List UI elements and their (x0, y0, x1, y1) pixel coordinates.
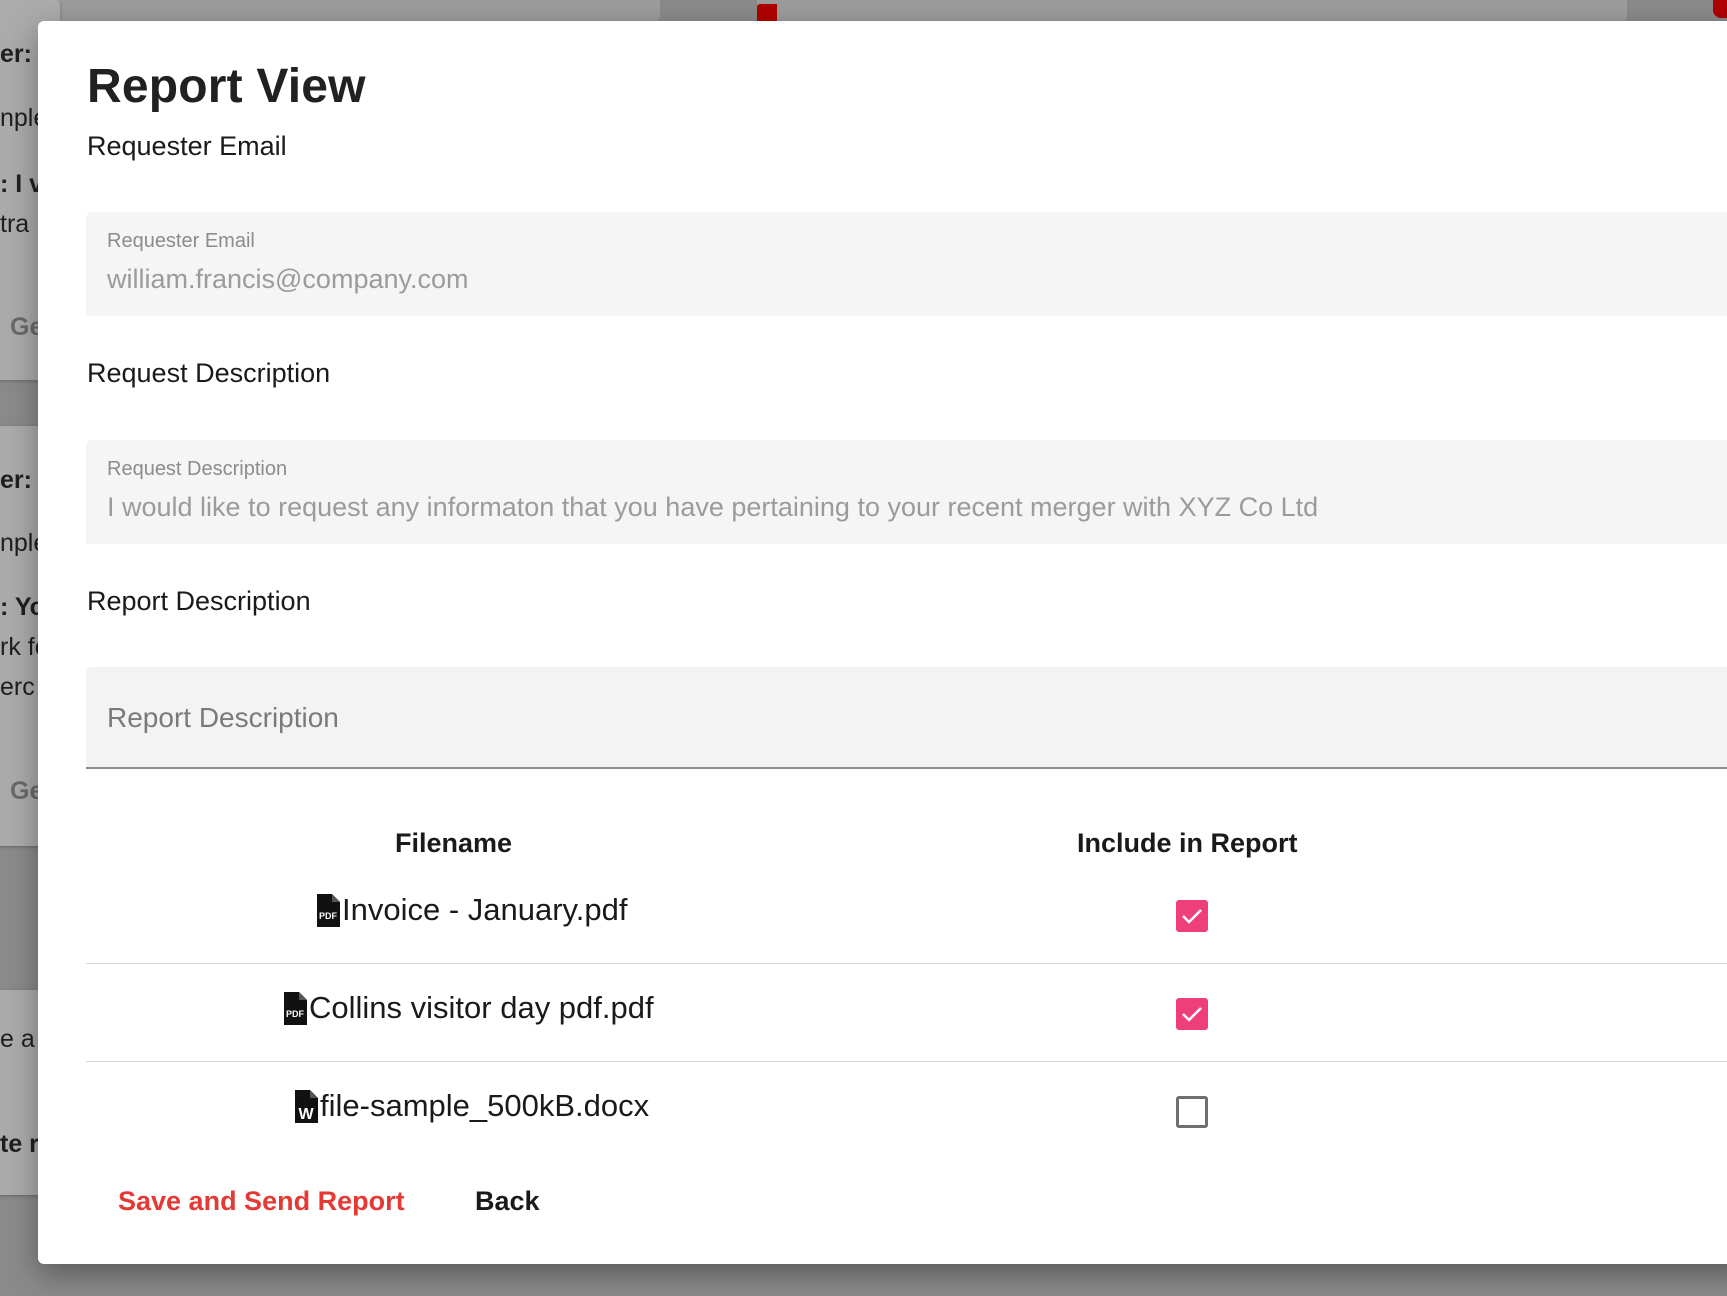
row-divider (86, 963, 1727, 964)
filename-column-header: Filename (395, 828, 513, 858)
request-description-field: Request Description I would like to requ… (86, 440, 1727, 544)
include-checkbox[interactable] (1176, 900, 1208, 932)
pdf-file-icon: PDF (316, 893, 340, 927)
requester-email-section-label: Requester Email (87, 131, 287, 161)
report-description-input[interactable]: Report Description (86, 667, 1727, 769)
report-description-section-label: Report Description (87, 586, 311, 616)
filename-text: file-sample_500kB.docx (320, 1088, 650, 1123)
table-row-filename: PDF Collins visitor day pdf.pdf (283, 990, 654, 1026)
requester-email-field-label: Requester Email (107, 230, 255, 252)
request-description-field-label: Request Description (107, 458, 288, 480)
background-text: e a (0, 1025, 35, 1053)
report-view-dialog: Report View Requester Email Requester Em… (38, 21, 1727, 1264)
background-top-card (0, 0, 660, 22)
word-file-icon: W (294, 1089, 318, 1123)
back-button[interactable]: Back (475, 1186, 540, 1217)
background-text: erc (0, 673, 35, 701)
background-text: : I v (0, 170, 40, 198)
checkmark-icon (1182, 909, 1202, 924)
dialog-title: Report View (87, 60, 366, 113)
background-text: tra (0, 210, 30, 238)
request-description-section-label: Request Description (87, 358, 331, 388)
request-description-value: I would like to request any informaton t… (107, 492, 1319, 522)
pdf-file-icon: PDF (283, 991, 307, 1025)
background-text: er: (0, 466, 32, 494)
include-checkbox[interactable] (1176, 1096, 1208, 1128)
background-red-corner (1713, 0, 1727, 18)
background-text: : Yo (0, 593, 40, 621)
include-column-header: Include in Report (1077, 828, 1298, 858)
filename-text: Invoice - January.pdf (342, 892, 628, 927)
background-text: er: (0, 40, 32, 68)
filename-text: Collins visitor day pdf.pdf (309, 990, 654, 1025)
background-red-tab (757, 4, 777, 22)
requester-email-value: william.francis@company.com (107, 264, 469, 294)
svg-text:PDF: PDF (286, 1009, 305, 1019)
svg-text:W: W (298, 1106, 314, 1123)
row-divider (86, 1061, 1727, 1062)
requester-email-field: Requester Email william.francis@company.… (86, 212, 1727, 316)
svg-text:PDF: PDF (319, 911, 338, 921)
report-description-placeholder: Report Description (107, 702, 339, 733)
checkmark-icon (1182, 1007, 1202, 1022)
background-text: rk fo (0, 633, 40, 661)
save-and-send-report-button[interactable]: Save and Send Report (118, 1186, 405, 1217)
background-text: nple (0, 529, 40, 557)
background-text: te r (0, 1130, 39, 1158)
background-top-card (757, 0, 1627, 22)
table-row-filename: PDF Invoice - January.pdf (316, 892, 627, 928)
table-row-filename: W file-sample_500kB.docx (294, 1088, 649, 1124)
include-checkbox[interactable] (1176, 998, 1208, 1030)
background-text: nple (0, 104, 40, 132)
